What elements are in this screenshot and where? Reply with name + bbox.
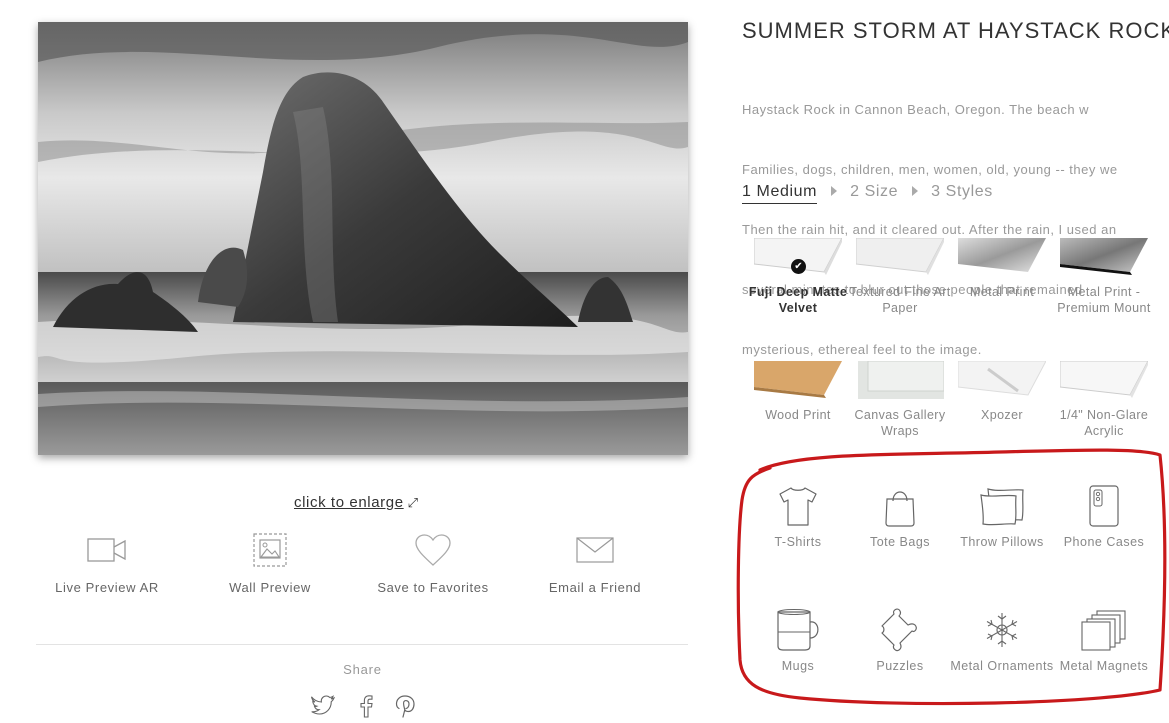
selected-check-icon: ✔ — [791, 259, 806, 274]
artwork-description: Haystack Rock in Cannon Beach, Oregon. T… — [742, 60, 1169, 380]
artwork-image[interactable] — [38, 22, 688, 455]
description-line: mysterious, ethereal feel to the image. — [742, 342, 982, 357]
step-arrow-icon — [912, 186, 919, 197]
product-puzzles[interactable]: Puzzles — [848, 608, 952, 674]
tshirt-icon — [779, 487, 817, 526]
phone-case-icon — [1089, 485, 1119, 527]
facebook-share-button[interactable] — [357, 694, 375, 723]
medium-fuji-deep-matte-velvet[interactable]: ✔ Fuji Deep Matte Velvet — [747, 238, 849, 316]
medium-label: Canvas Gallery Wraps — [854, 408, 946, 438]
product-mugs[interactable]: Mugs — [746, 608, 850, 674]
medium-label: Metal Print — [969, 285, 1035, 299]
product-label: Puzzles — [876, 659, 924, 673]
step-medium[interactable]: 1 Medium — [742, 183, 818, 204]
product-label: T-Shirts — [774, 535, 822, 549]
medium-thumbnail — [754, 361, 842, 399]
pillow-icon — [980, 488, 1024, 526]
step-size[interactable]: 2 Size — [850, 183, 898, 201]
save-to-favorites-label: Save to Favorites — [377, 580, 489, 595]
product-metal-ornaments[interactable]: Metal Ornaments — [950, 608, 1054, 674]
magnets-icon — [1081, 610, 1126, 651]
medium-label: Fuji Deep Matte Velvet — [748, 285, 848, 315]
medium-wood-print[interactable]: Wood Print — [747, 361, 849, 423]
product-label: Metal Ornaments — [950, 659, 1054, 673]
expand-arrows-icon: ⤢ — [407, 495, 419, 510]
medium-thumbnail: ✔ — [754, 238, 842, 276]
product-label: Tote Bags — [869, 535, 931, 549]
picture-frame-icon — [253, 533, 287, 567]
envelope-icon — [576, 537, 614, 563]
pinterest-icon — [395, 695, 415, 718]
product-label: Phone Cases — [1063, 535, 1145, 549]
product-tote-bags[interactable]: Tote Bags — [848, 484, 952, 550]
wall-preview-label: Wall Preview — [229, 580, 311, 595]
product-phone-cases[interactable]: Phone Cases — [1052, 484, 1156, 550]
snowflake-ornament-icon — [986, 613, 1018, 647]
medium-label: Wood Print — [765, 408, 831, 422]
medium-thumbnail — [856, 361, 944, 399]
medium-thumbnail — [958, 361, 1046, 399]
haystack-rock-photo — [38, 22, 688, 455]
medium-thumbnail — [958, 238, 1046, 276]
order-steps: 1 Medium 2 Size 3 Styles — [742, 183, 993, 204]
medium-label: Textured Fine Art Paper — [849, 285, 951, 315]
mug-icon — [777, 608, 819, 651]
puzzle-icon — [881, 608, 917, 652]
medium-label: Metal Print - Premium Mount — [1057, 285, 1151, 315]
product-label: Throw Pillows — [960, 535, 1044, 549]
product-throw-pillows[interactable]: Throw Pillows — [950, 484, 1054, 550]
facebook-icon — [360, 695, 373, 718]
medium-canvas-gallery-wraps[interactable]: Canvas Gallery Wraps — [849, 361, 951, 439]
pinterest-share-button[interactable] — [394, 694, 416, 723]
wall-preview-button[interactable]: Wall Preview — [185, 530, 355, 595]
live-preview-ar-button[interactable]: Live Preview AR — [22, 530, 192, 595]
description-line: Families, dogs, children, men, women, ol… — [742, 162, 1118, 177]
product-metal-magnets[interactable]: Metal Magnets — [1052, 608, 1156, 674]
video-camera-icon — [87, 538, 126, 562]
product-label: Mugs — [781, 659, 815, 673]
medium-metal-print[interactable]: Metal Print — [951, 238, 1053, 300]
step-arrow-icon — [831, 186, 838, 197]
medium-thumbnail — [1060, 238, 1148, 276]
medium-metal-print-premium-mount[interactable]: Metal Print - Premium Mount — [1053, 238, 1155, 316]
medium-textured-fine-art-paper[interactable]: Textured Fine Art Paper — [849, 238, 951, 316]
artwork-title: SUMMER STORM AT HAYSTACK ROCK — [742, 18, 1169, 43]
email-a-friend-label: Email a Friend — [548, 580, 642, 595]
medium-xpozer[interactable]: Xpozer — [951, 361, 1053, 423]
description-line: Then the rain hit, and it cleared out. A… — [742, 222, 1117, 237]
medium-thumbnail — [856, 238, 944, 276]
medium-label: Xpozer — [980, 408, 1023, 422]
save-to-favorites-button[interactable]: Save to Favorites — [348, 530, 518, 595]
click-to-enlarge-link[interactable]: click to enlarge ⤢ — [294, 494, 419, 511]
product-label: Metal Magnets — [1059, 659, 1149, 673]
tote-bag-icon — [885, 491, 915, 527]
twitter-share-button[interactable] — [310, 694, 336, 721]
share-label: Share — [343, 662, 382, 677]
medium-label: 1/4" Non-Glare Acrylic — [1059, 408, 1149, 438]
product-tshirts[interactable]: T-Shirts — [746, 484, 850, 550]
medium-thumbnail — [1060, 361, 1148, 399]
medium-acrylic[interactable]: 1/4" Non-Glare Acrylic — [1053, 361, 1155, 439]
description-line: Haystack Rock in Cannon Beach, Oregon. T… — [742, 102, 1090, 117]
live-preview-ar-label: Live Preview AR — [55, 580, 159, 595]
heart-icon — [415, 534, 451, 566]
divider — [36, 644, 688, 645]
step-styles[interactable]: 3 Styles — [931, 183, 993, 201]
email-a-friend-button[interactable]: Email a Friend — [510, 530, 680, 595]
twitter-icon — [310, 695, 336, 715]
